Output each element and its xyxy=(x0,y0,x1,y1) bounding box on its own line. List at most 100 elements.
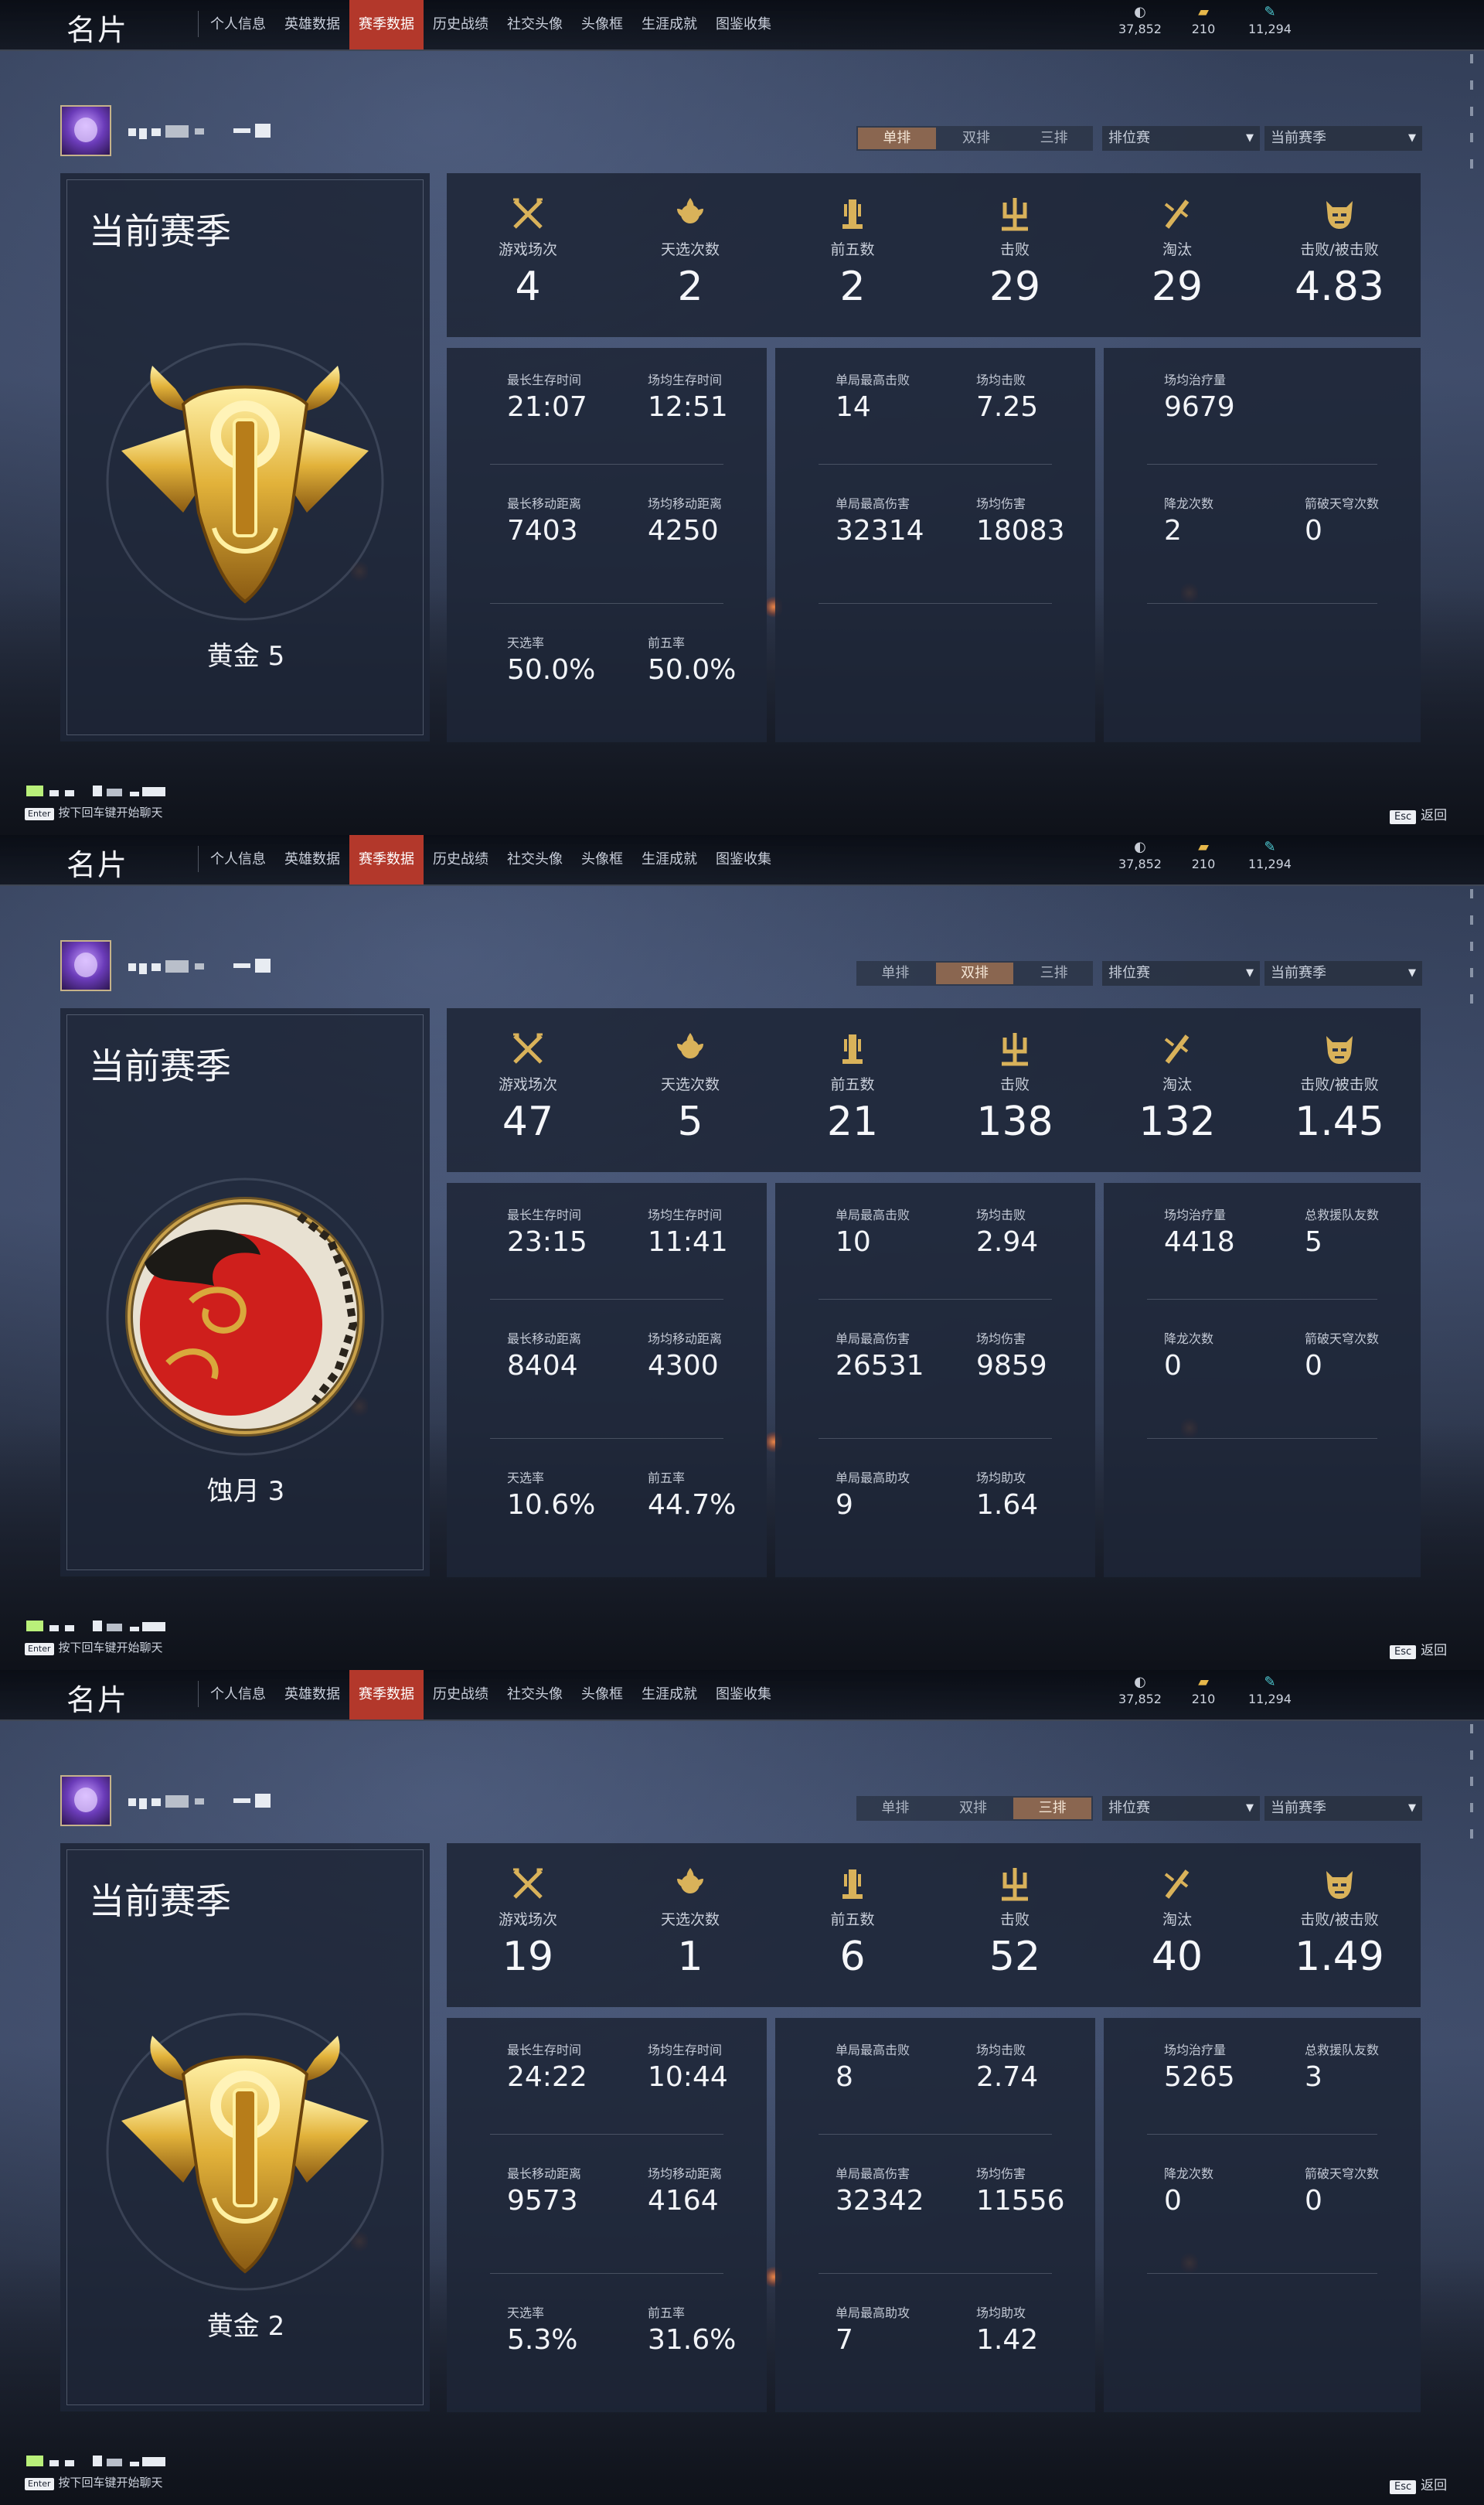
nav-tab[interactable]: 头像框 xyxy=(572,1670,632,1719)
stat-value: 32342 xyxy=(836,2185,924,2217)
row-divider xyxy=(1147,464,1377,465)
mode-tab[interactable]: 双排 xyxy=(935,963,1014,984)
stat-cell: 场均助攻 1.64 xyxy=(976,1467,1115,1521)
season-stats-screen-1: 名片 个人信息 英雄数据 赛季数据 历史战绩 社交头像 头像框 生涯成就 图鉴收集 ◐ 37,8… xyxy=(0,0,1484,835)
stat-cell: 最长移动距离 9573 xyxy=(507,2163,646,2217)
nav-tab[interactable]: 头像框 xyxy=(572,835,632,884)
summary-stat: 游戏场次 47 xyxy=(447,1008,609,1172)
avatar-portrait xyxy=(74,1788,97,1812)
mode-tab[interactable]: 双排 xyxy=(934,1796,1013,1821)
nav-tab[interactable]: 图鉴收集 xyxy=(706,1670,781,1719)
row-divider xyxy=(490,2134,723,2135)
season-select[interactable]: 当前赛季 ▼ xyxy=(1264,1796,1422,1821)
stat-value: 5265 xyxy=(1164,2061,1235,2093)
nav-tab[interactable]: 个人信息 xyxy=(201,1670,275,1719)
player-avatar[interactable] xyxy=(60,1775,111,1826)
nav-tab[interactable]: 赛季数据 xyxy=(349,0,424,49)
mode-tab[interactable]: 双排 xyxy=(938,126,1016,151)
match-type-select[interactable]: 排位赛 ▼ xyxy=(1102,1796,1260,1821)
stat-value: 11556 xyxy=(976,2185,1065,2217)
nav-tab[interactable]: 历史战绩 xyxy=(424,0,498,49)
summary-stat-value: 6 xyxy=(839,1934,866,1980)
row-divider xyxy=(490,603,723,604)
nav-tab[interactable]: 社交头像 xyxy=(498,835,572,884)
nav-tab[interactable]: 生涯成就 xyxy=(632,835,706,884)
mode-tab[interactable]: 单排 xyxy=(856,1796,934,1821)
summary-stat-value: 132 xyxy=(1139,1099,1216,1145)
back-button[interactable]: Esc 返回 xyxy=(1390,1639,1447,1659)
summary-stat-label: 天选次数 xyxy=(660,241,720,258)
player-avatar[interactable] xyxy=(60,105,111,156)
mode-tab[interactable]: 三排 xyxy=(1015,126,1093,151)
mode-tab[interactable]: 单排 xyxy=(858,128,936,149)
nav-tab[interactable]: 图鉴收集 xyxy=(706,0,781,49)
nav-tab[interactable]: 社交头像 xyxy=(498,0,572,49)
stat-label: 场均击败 xyxy=(976,2043,1026,2057)
back-label: 返回 xyxy=(1421,1643,1448,1658)
stat-value: 50.0% xyxy=(507,654,596,686)
esc-key-icon: Esc xyxy=(1390,1645,1417,1659)
lotus-icon xyxy=(669,1028,711,1070)
lotus-icon xyxy=(669,193,711,235)
nav-divider xyxy=(198,846,199,872)
stat-value: 9 xyxy=(836,1489,853,1521)
mode-tab[interactable]: 单排 xyxy=(856,961,934,986)
stat-value: 4250 xyxy=(648,515,719,547)
row-divider xyxy=(819,1438,1052,1439)
stat-cell: 最长生存时间 23:15 xyxy=(507,1205,646,1258)
summary-stat-label: 前五数 xyxy=(830,241,875,258)
stat-label: 场均生存时间 xyxy=(648,1208,723,1222)
stat-value: 44.7% xyxy=(648,1489,737,1521)
top-five-pillar-icon xyxy=(832,193,873,235)
top-five-pillar-icon xyxy=(832,1028,873,1070)
stat-value: 10.6% xyxy=(507,1489,596,1521)
chevron-down-icon: ▼ xyxy=(1246,967,1254,979)
stat-value: 12:51 xyxy=(648,391,728,423)
scrollbar[interactable] xyxy=(1470,889,1475,1044)
nav-tab[interactable]: 赛季数据 xyxy=(349,835,424,884)
nav-tab[interactable]: 生涯成就 xyxy=(632,0,706,49)
trident-icon xyxy=(994,1863,1036,1905)
stat-cell: 降龙次数 0 xyxy=(1164,1328,1303,1382)
nav-tab[interactable]: 英雄数据 xyxy=(275,835,349,884)
season-rank-card: 当前赛季 黄金 5 xyxy=(60,173,430,741)
chevron-down-icon: ▼ xyxy=(1408,132,1416,144)
summary-stat: 游戏场次 4 xyxy=(447,173,609,337)
summary-stat-label: 淘汰 xyxy=(1162,1911,1192,1928)
mode-tab[interactable]: 三排 xyxy=(1015,961,1093,986)
nav-tab[interactable]: 历史战绩 xyxy=(424,835,498,884)
nav-tab[interactable]: 个人信息 xyxy=(201,0,275,49)
player-avatar[interactable] xyxy=(60,940,111,991)
summary-stat: 击败/被击败 1.49 xyxy=(1258,1843,1421,2007)
nav-tab[interactable]: 图鉴收集 xyxy=(706,835,781,884)
scrollbar[interactable] xyxy=(1470,1724,1475,1879)
nav-tab[interactable]: 生涯成就 xyxy=(632,1670,706,1719)
summary-stat-value: 21 xyxy=(826,1099,879,1145)
mode-tab[interactable]: 三排 xyxy=(1013,1798,1092,1819)
summary-stat-value: 1 xyxy=(677,1934,703,1980)
stat-value: 9573 xyxy=(507,2185,578,2217)
row-divider xyxy=(1147,1438,1377,1439)
nav-tab[interactable]: 历史战绩 xyxy=(424,1670,498,1719)
avatar-portrait xyxy=(74,953,97,977)
nav-tab[interactable]: 英雄数据 xyxy=(275,0,349,49)
match-type-select[interactable]: 排位赛 ▼ xyxy=(1102,126,1260,151)
stat-cell: 天选率 10.6% xyxy=(507,1467,646,1521)
season-select[interactable]: 当前赛季 ▼ xyxy=(1264,961,1422,986)
scrollbar[interactable] xyxy=(1470,54,1475,209)
back-button[interactable]: Esc 返回 xyxy=(1390,2474,1447,2494)
nav-tab[interactable]: 英雄数据 xyxy=(275,1670,349,1719)
match-type-select[interactable]: 排位赛 ▼ xyxy=(1102,961,1260,986)
season-title: 当前赛季 xyxy=(89,1880,231,1922)
season-select[interactable]: 当前赛季 ▼ xyxy=(1264,126,1422,151)
stat-value: 2.74 xyxy=(976,2061,1039,2093)
nav-tab[interactable]: 个人信息 xyxy=(201,835,275,884)
crossed-swords-icon xyxy=(507,193,549,235)
nav-tab[interactable]: 社交头像 xyxy=(498,1670,572,1719)
stat-label: 场均伤害 xyxy=(976,2166,1026,2181)
nav-tab[interactable]: 赛季数据 xyxy=(349,1670,424,1719)
stat-label: 前五率 xyxy=(648,636,686,650)
survival-stats-box: 最长生存时间 24:22 场均生存时间 10:44 最长移动距离 9573 场均移动距离 41… xyxy=(447,2018,767,2412)
nav-tab[interactable]: 头像框 xyxy=(572,0,632,49)
back-button[interactable]: Esc 返回 xyxy=(1390,804,1447,824)
